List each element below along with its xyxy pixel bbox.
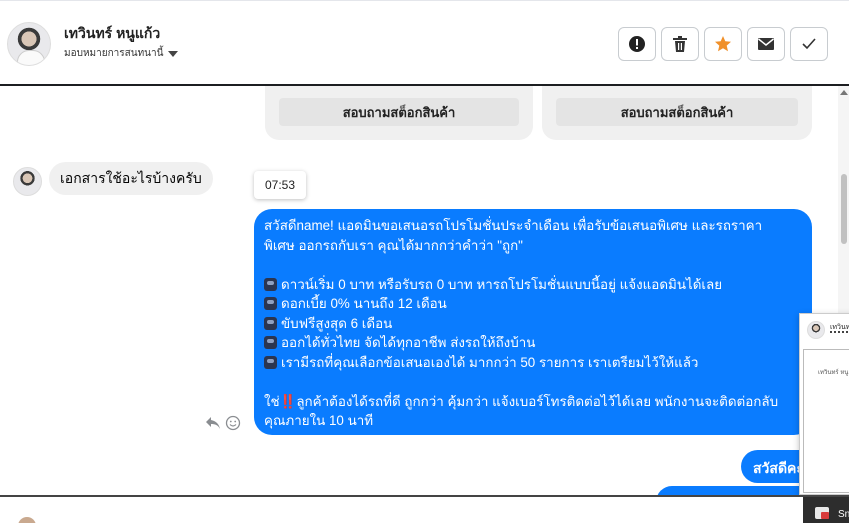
car-icon [264, 336, 277, 349]
message-actions [205, 415, 241, 431]
contact-avatar[interactable] [7, 22, 51, 66]
bullet-text: ขับฟรีสูงสุด 6 เดือน [281, 315, 393, 331]
car-icon [264, 316, 277, 330]
report-button[interactable] [618, 27, 656, 61]
taskbar-label: Sn [838, 509, 849, 520]
star-button[interactable] [704, 27, 742, 61]
message-line: สวัสดีname! แอดมินขอเสนอรถโปรโมชั่นประจำ… [264, 218, 763, 233]
message-line: พิเศษ ออกรถกับเรา คุณได้มากกว่าคำว่า "ถู… [264, 237, 523, 253]
message-thread: สอบถามสต็อกสินค้า สอบถามสต็อกสินค้า เอกส… [0, 86, 838, 496]
contact-name[interactable]: เทวินทร์ หนูแก้ว [64, 23, 160, 45]
incoming-message: เอกสารใช้อะไรบ้างครับ [49, 162, 213, 195]
popup-subtitle [830, 331, 849, 334]
trash-icon [673, 36, 687, 52]
snipping-tool-icon [815, 507, 829, 519]
taskbar-item[interactable]: Sn [803, 497, 849, 523]
stock-inquiry-button[interactable]: สอบถามสต็อกสินค้า [556, 98, 798, 126]
chat-popup-preview[interactable]: เทวินทร เทวินทร์ หนู [799, 313, 849, 495]
conversation-header: เทวินทร์ หนูแก้ว มอบหมายการสนทนานี้ [0, 5, 849, 85]
email-button[interactable] [747, 27, 785, 61]
bullet-item: ขับฟรีสูงสุด 6 เดือน [264, 314, 802, 334]
popup-text: เทวินทร์ หนู [818, 370, 849, 376]
composer-avatar [18, 517, 36, 523]
delete-button[interactable] [661, 27, 699, 61]
bullet-text: เรามีรถที่คุณเลือกข้อเสนอเองได้ มากกว่า … [281, 354, 699, 370]
bullet-item: เรามีรถที่คุณเลือกข้อเสนอเองได้ มากกว่า … [264, 353, 802, 373]
scroll-up-arrow-icon[interactable] [840, 90, 848, 95]
stock-inquiry-button[interactable]: สอบถามสต็อกสินค้า [279, 98, 519, 126]
envelope-icon [758, 38, 774, 50]
message-line: ใช่‼️ลูกค้าต้องได้รถที่ดี ถูกกว่า คุ้มกว… [264, 392, 802, 412]
product-card: สอบถามสต็อกสินค้า [265, 86, 533, 140]
bullet-item: ดาวน์เริ่ม 0 บาท หรือรับรถ 0 บาท หารถโปร… [264, 275, 802, 295]
done-button[interactable] [790, 27, 828, 61]
bullet-item: ออกได้ทั่วไทย จัดได้ทุกอาชีพ ส่งรถให้ถึง… [264, 333, 802, 353]
closing-text: ลูกค้าต้องได้รถที่ดี ถูกกว่า คุ้มกว่า แจ… [296, 393, 779, 409]
composer-area [0, 497, 849, 523]
timestamp-tooltip: 07:53 [254, 171, 306, 199]
bullet-text: ดาวน์เริ่ม 0 บาท หรือรับรถ 0 บาท หารถโปร… [281, 276, 723, 292]
message-line: คุณภายใน 10 นาที [264, 413, 374, 428]
bullet-text: ดอกเบี้ย 0% นานถึง 12 เดือน [281, 296, 447, 311]
bullet-item: ดอกเบี้ย 0% นานถึง 12 เดือน [264, 294, 802, 314]
sender-avatar[interactable] [13, 167, 42, 196]
assign-dropdown[interactable]: มอบหมายการสนทนานี้ [64, 46, 179, 61]
car-icon [264, 297, 277, 310]
check-icon [802, 38, 816, 50]
emoji-reaction-icon[interactable] [225, 415, 241, 431]
product-card: สอบถามสต็อกสินค้า [542, 86, 812, 140]
caret-down-icon [168, 50, 179, 57]
reply-icon[interactable] [205, 416, 221, 430]
car-icon [264, 355, 277, 369]
closing-prefix: ใช่ [264, 393, 280, 409]
popup-avatar [807, 321, 825, 339]
exclamation-icon [629, 36, 645, 52]
bullet-text: ออกได้ทั่วไทย จัดได้ทุกอาชีพ ส่งรถให้ถึง… [281, 335, 536, 350]
star-icon [715, 36, 731, 52]
popup-content: เทวินทร์ หนู [803, 349, 849, 493]
assign-label: มอบหมายการสนทนานี้ [64, 48, 164, 59]
scrollbar-thumb[interactable] [841, 174, 847, 244]
car-icon [264, 277, 277, 291]
double-exclamation-icon: ‼️ [279, 393, 297, 409]
outgoing-message: สวัสดีname! แอดมินขอเสนอรถโปรโมชั่นประจำ… [254, 209, 812, 435]
